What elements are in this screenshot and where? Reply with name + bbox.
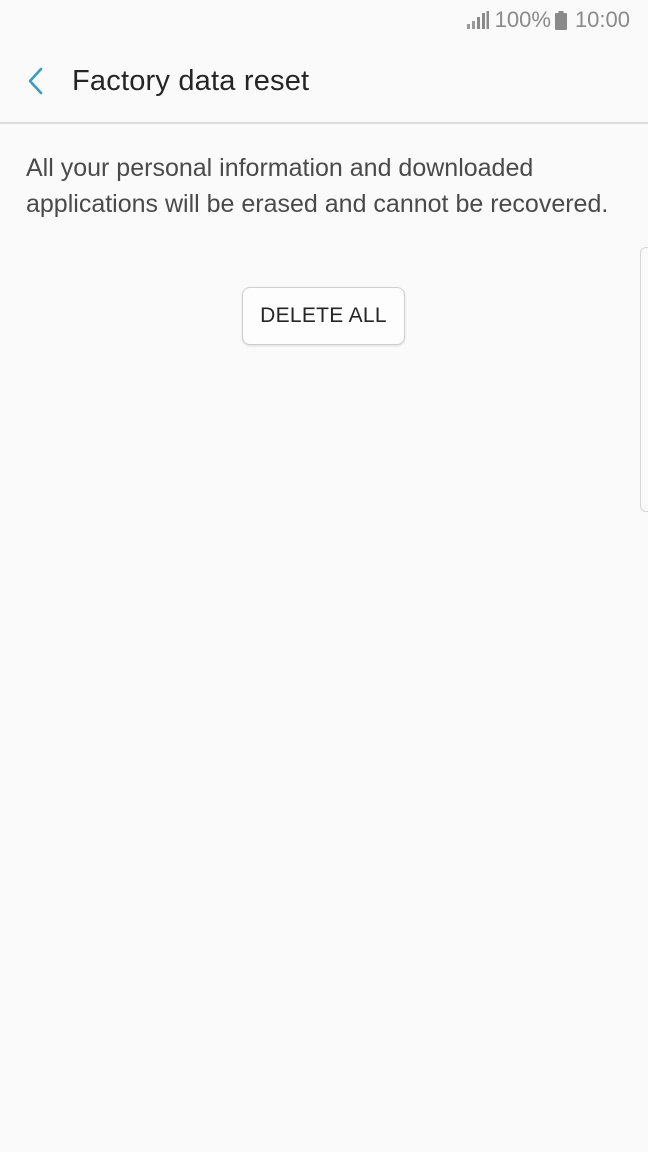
delete-all-button[interactable]: DELETE ALL [242, 287, 405, 345]
back-button[interactable] [14, 59, 58, 103]
edge-panel-handle[interactable] [640, 247, 648, 512]
screen: 100% 10:00 Factory data reset All your p… [0, 0, 648, 1152]
app-bar: Factory data reset [0, 40, 648, 124]
status-time: 10:00 [574, 7, 630, 32]
battery-icon [554, 10, 567, 30]
battery-percent: 100% [494, 7, 551, 32]
signal-icon [466, 11, 489, 29]
reset-description: All your personal information and downlo… [26, 154, 609, 218]
page-title: Factory data reset [72, 64, 310, 97]
chevron-left-icon [28, 67, 43, 95]
status-bar: 100% 10:00 [0, 0, 648, 40]
